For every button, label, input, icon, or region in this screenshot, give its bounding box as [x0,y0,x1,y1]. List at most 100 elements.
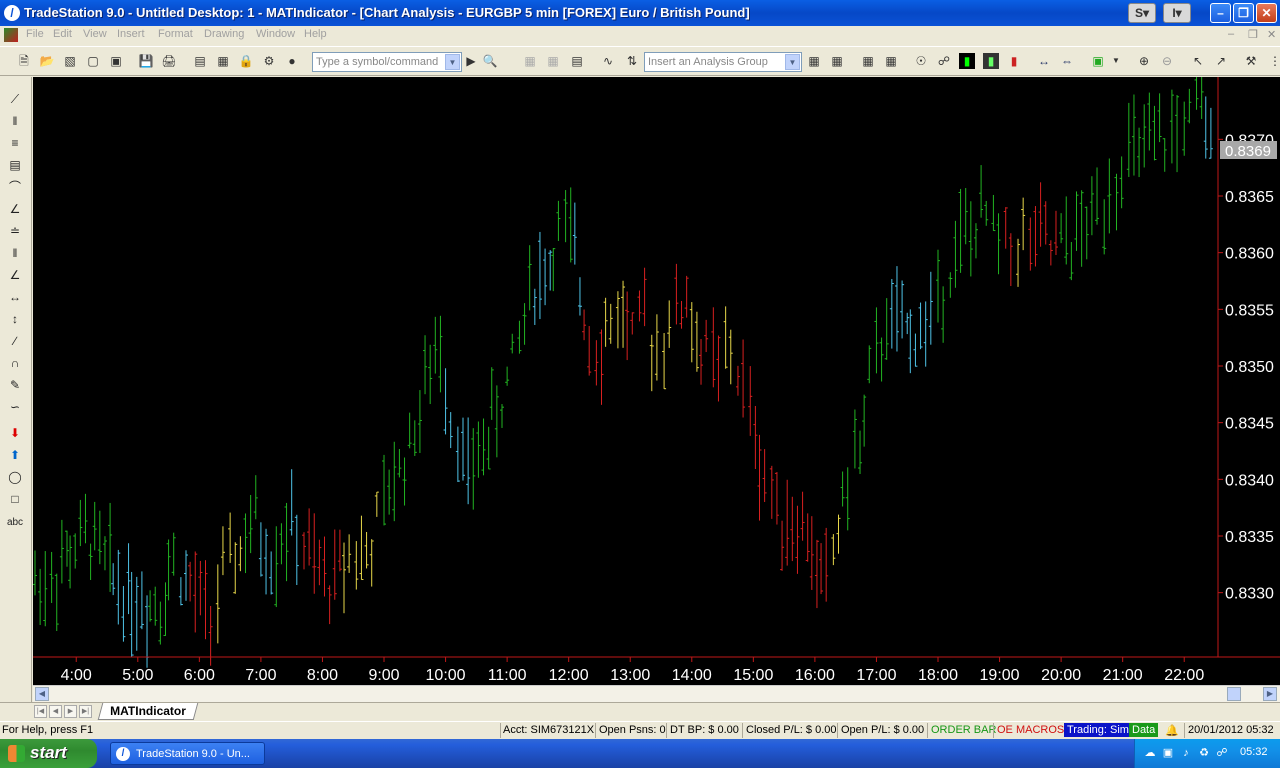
down-arrow-tool-icon[interactable]: ⬇ [6,425,24,441]
channel-tool-icon[interactable]: ∕ [6,333,24,349]
ellipse-tool-icon[interactable]: ◯ [6,469,24,485]
tab-prev-icon[interactable]: ◀ [49,705,62,718]
tray-network-icon[interactable]: ☁ [1143,746,1157,760]
horizontal-arrow-tool-icon[interactable]: ↔ [6,289,24,305]
menu-edit[interactable]: Edit [53,28,72,40]
chart-area[interactable]: 0.8370 0.8365 0.8360 0.8355 0.8350 0.8345 0.83… [33,71,1280,685]
symbol-command-input[interactable]: Type a symbol/command ▼ [312,52,462,72]
s-menu-button[interactable]: S▾ [1128,3,1156,23]
menu-help[interactable]: Help [304,28,327,40]
data-window-icon[interactable]: ▤ [569,53,585,69]
vertical-arrow-tool-icon[interactable]: ↕ [6,311,24,327]
mdi-close-icon[interactable]: ✕ [1267,28,1276,41]
menu-drawing[interactable]: Drawing [204,28,244,40]
bar-chart-icon[interactable]: ▮ [959,53,975,69]
menu-view[interactable]: View [83,28,107,40]
mdi-minimize-icon[interactable]: – [1228,28,1234,40]
pointer-icon[interactable]: ↖ [1190,53,1206,69]
analysis-group-remove-icon[interactable]: ▦ [829,53,845,69]
symbol-lookup-icon[interactable]: 🔍 [482,53,498,69]
start-button[interactable]: start [0,739,97,768]
scroll-left-icon[interactable]: ◀ [35,687,49,701]
expand-bars-icon[interactable]: ⇔ [1059,53,1075,69]
mdi-restore-icon[interactable]: ❐ [1248,28,1258,41]
curve-tool-icon[interactable]: ∽ [6,399,24,415]
trendline-tool-icon[interactable]: ⟋ [6,91,24,107]
time-zones-tool-icon[interactable]: ‖ [6,245,24,261]
window-list-icon[interactable]: ▤ [192,53,208,69]
chart-settings-icon[interactable]: ▦ [860,53,876,69]
strategy-icon[interactable]: ⇅ [624,53,640,69]
menu-insert[interactable]: Insert [117,28,145,40]
fib-retracement-tool-icon[interactable]: ▤ [6,157,24,173]
menu-window[interactable]: Window [256,28,295,40]
indicator-mode-icon[interactable]: ▣ [1090,53,1106,69]
trading-mode-badge[interactable]: Trading: Sim [1064,723,1132,737]
title-bar[interactable]: / TradeStation 9.0 - Untitled Desktop: 1… [0,0,1280,26]
vertical-lines-tool-icon[interactable]: ‖ [6,113,24,129]
rectangle-tool-icon[interactable]: □ [6,491,24,507]
compress-bars-icon[interactable]: ↔ [1036,53,1052,69]
tab-next-icon[interactable]: ▶ [64,705,77,718]
analysis-group-apply-icon[interactable]: ▦ [806,53,822,69]
format-window-icon[interactable]: ▦ [215,53,231,69]
symbol-list-icon[interactable]: ▦ [545,53,561,69]
tray-volume-icon[interactable]: ♪ [1179,746,1193,760]
arc-tool-icon[interactable]: ∩ [6,355,24,371]
zoom-mode-icon[interactable]: ☉ [913,53,929,69]
tray-security-icon[interactable]: ☍ [1215,746,1229,760]
text-tool-icon[interactable]: abc [6,515,24,531]
chart-window-icon[interactable] [4,28,18,42]
symbol-dropdown-icon[interactable]: ▼ [445,54,460,70]
link-icon[interactable]: ⚙ [261,53,277,69]
insert-indicator-icon[interactable]: ∿ [600,53,616,69]
close-button[interactable]: ✕ [1256,3,1277,23]
format-chart-icon[interactable]: ▦ [883,53,899,69]
maximize-button[interactable]: ❐ [1233,3,1254,23]
save-icon[interactable]: 💾 [138,53,154,69]
alert-bell-icon[interactable]: 🔔 [1165,724,1179,737]
new-workspace-icon[interactable]: ▢ [85,53,101,69]
tab-first-icon[interactable]: |◀ [34,705,47,718]
insert-symbol-icon[interactable]: ▦ [522,53,538,69]
tray-display-icon[interactable]: ▣ [1161,746,1175,760]
tab-matindicator[interactable]: MATIndicator [97,703,199,720]
taskbar-item-tradestation[interactable]: / TradeStation 9.0 - Un... [110,742,265,765]
oe-macros-button[interactable]: OE MACROS [997,724,1064,736]
scroll-right-icon[interactable]: ▶ [1263,687,1277,701]
print-icon[interactable]: 🖨 [161,53,177,69]
tools-icon[interactable]: ⚒ [1243,53,1259,69]
analysis-dropdown-icon[interactable]: ▼ [785,54,800,70]
horizontal-lines-tool-icon[interactable]: ≡ [6,135,24,151]
save-all-icon[interactable]: ▧ [62,53,78,69]
price-chart[interactable]: 0.83700.83650.83600.83550.83500.83450.83… [33,71,1280,685]
scroll-thumb[interactable] [1227,687,1241,701]
toolbar-overflow-icon[interactable]: ⋮ [1267,53,1280,69]
speed-arcs-tool-icon[interactable]: ⌒ [6,179,24,195]
i-menu-button[interactable]: I▾ [1163,3,1191,23]
gann-fan-tool-icon[interactable]: ∠ [6,267,24,283]
analysis-group-select[interactable]: Insert an Analysis Group ▼ [644,52,802,72]
tab-last-icon[interactable]: ▶| [79,705,92,718]
menu-format[interactable]: Format [158,28,193,40]
chart-scrollbar[interactable]: ◀ ▶ [33,685,1280,702]
tray-update-icon[interactable]: ♻ [1197,746,1211,760]
ohlc-chart-icon[interactable]: ▮ [983,53,999,69]
zoom-in-icon[interactable]: ⊕ [1136,53,1152,69]
zoom-out-icon[interactable]: ⊖ [1159,53,1175,69]
regression-tool-icon[interactable]: ≐ [6,223,24,239]
fan-lines-tool-icon[interactable]: ∠ [6,201,24,217]
open-folder-icon[interactable]: 📂 [39,53,55,69]
data-status-badge[interactable]: Data [1129,723,1159,737]
candlestick-icon[interactable]: ▮ [1006,53,1022,69]
go-arrow-icon[interactable]: ▶ [463,53,479,69]
chart-link-icon[interactable]: ☍ [936,53,952,69]
order-bar-button[interactable]: ORDER BAR [931,724,996,736]
minimize-button[interactable]: – [1210,3,1231,23]
new-file-icon[interactable]: 🗎 [16,53,32,69]
indicator-mode-dropdown-icon[interactable]: ▼ [1108,53,1124,69]
lock-icon[interactable]: 🔒 [238,53,254,69]
open-workspace-icon[interactable]: ▣ [108,53,124,69]
colors-icon[interactable]: ● [284,53,300,69]
chart-pointer-icon[interactable]: ↗ [1213,53,1229,69]
